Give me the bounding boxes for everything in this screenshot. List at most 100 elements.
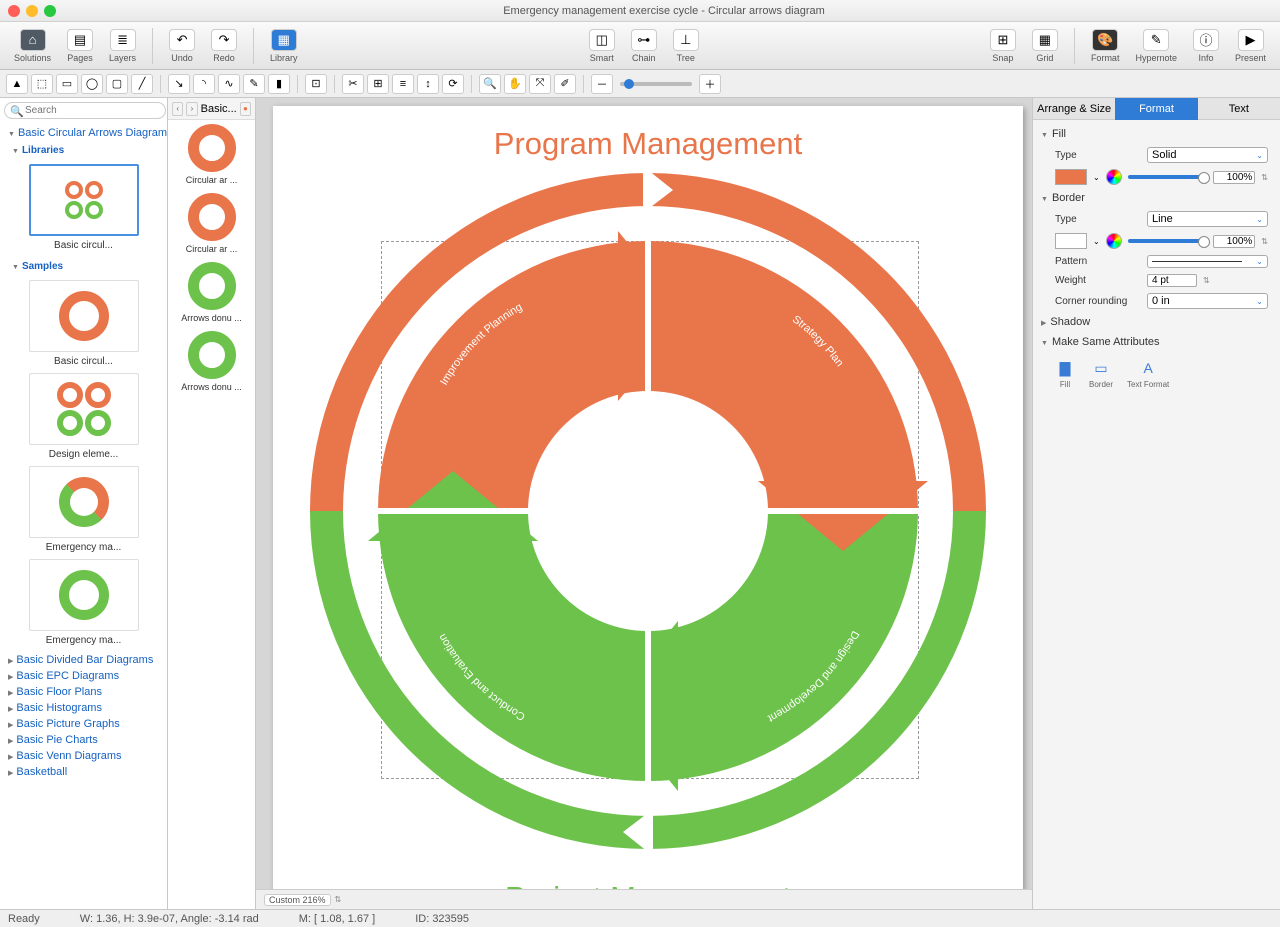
- stencil-item[interactable]: Arrows donu ...: [172, 331, 251, 392]
- tree-item[interactable]: Basic EPC Diagrams: [4, 668, 163, 684]
- info-button[interactable]: ⓘInfo: [1187, 27, 1225, 65]
- zoom-slider[interactable]: [620, 82, 692, 86]
- same-text-button[interactable]: AText Format: [1127, 358, 1169, 389]
- eyedropper-tool[interactable]: ⤧: [529, 74, 551, 94]
- stencil-close-icon[interactable]: ●: [240, 102, 251, 116]
- connector-tool[interactable]: ↘: [168, 74, 190, 94]
- sample-thumb[interactable]: [29, 373, 139, 445]
- group-tool[interactable]: ⊞: [367, 74, 389, 94]
- text-box-tool[interactable]: ⬚: [31, 74, 53, 94]
- present-button[interactable]: ▶Present: [1229, 27, 1272, 65]
- ellipse-tool[interactable]: ◯: [81, 74, 103, 94]
- format-button[interactable]: 🎨Format: [1085, 27, 1126, 65]
- tool-strip: ▲ ⬚ ▭ ◯ ▢ ╱ ↘ ◝ ∿ ✎ ▮ ⊡ ✂ ⊞ ≡ ↕ ⟳ 🔍 ✋ ⤧ …: [0, 70, 1280, 98]
- corner-combo[interactable]: 0 in⌄: [1147, 293, 1268, 309]
- rotate-tool[interactable]: ⟳: [442, 74, 464, 94]
- sample-thumb[interactable]: [29, 466, 139, 538]
- titlebar: Emergency management exercise cycle - Ci…: [0, 0, 1280, 22]
- zoom-out-icon[interactable]: －: [591, 74, 613, 94]
- fill-color-swatch[interactable]: [1055, 169, 1087, 185]
- tree-item[interactable]: Basic Divided Bar Diagrams: [4, 652, 163, 668]
- tree-item[interactable]: Basic Histograms: [4, 700, 163, 716]
- chain-button[interactable]: ⊶Chain: [625, 27, 663, 65]
- pages-button[interactable]: ▤Pages: [61, 27, 99, 65]
- canvas-scroll[interactable]: Program Management Project Management: [256, 98, 1032, 889]
- hypernote-button[interactable]: ✎Hypernote: [1129, 27, 1183, 65]
- search-input[interactable]: [4, 102, 166, 119]
- border-type-combo[interactable]: Line⌄: [1147, 211, 1268, 227]
- tree-item[interactable]: Basic Floor Plans: [4, 684, 163, 700]
- sample-thumb[interactable]: [29, 280, 139, 352]
- tab-arrange[interactable]: Arrange & Size: [1033, 98, 1115, 120]
- align-tool[interactable]: ≡: [392, 74, 414, 94]
- color-wheel-icon[interactable]: [1106, 233, 1122, 249]
- stencil-crumb[interactable]: Basic...: [201, 103, 237, 115]
- stencil-panel: ‹ › Basic... ● Circular ar ... Circular …: [168, 98, 256, 909]
- samples-label[interactable]: Samples: [4, 257, 163, 276]
- tree-item[interactable]: Basic Picture Graphs: [4, 716, 163, 732]
- crop-tool[interactable]: ✂: [342, 74, 364, 94]
- tab-text[interactable]: Text: [1198, 98, 1280, 120]
- stencil-item[interactable]: Arrows donu ...: [172, 262, 251, 323]
- edit-tool[interactable]: ✐: [554, 74, 576, 94]
- paint-tool[interactable]: ▮: [268, 74, 290, 94]
- rounded-rect-tool[interactable]: ▢: [106, 74, 128, 94]
- spline-tool[interactable]: ∿: [218, 74, 240, 94]
- pen-tool[interactable]: ✎: [243, 74, 265, 94]
- pan-tool[interactable]: ✋: [504, 74, 526, 94]
- undo-button[interactable]: ↶Undo: [163, 27, 201, 65]
- stencil-back-icon[interactable]: ‹: [172, 102, 183, 116]
- stencil-item[interactable]: Circular ar ...: [172, 193, 251, 254]
- same-border-button[interactable]: ▭Border: [1089, 358, 1113, 389]
- shadow-section[interactable]: Shadow: [1041, 312, 1272, 332]
- zoom-tool[interactable]: 🔍: [479, 74, 501, 94]
- canvas-footer: Custom 216%⇅: [256, 889, 1032, 909]
- line-tool[interactable]: ╱: [131, 74, 153, 94]
- tab-format[interactable]: Format: [1115, 98, 1197, 120]
- close-icon[interactable]: [8, 5, 20, 17]
- maximize-icon[interactable]: [44, 5, 56, 17]
- library-thumb[interactable]: [29, 164, 139, 236]
- pattern-combo[interactable]: ⌄: [1147, 255, 1268, 268]
- tree-button[interactable]: ⊥Tree: [667, 27, 705, 65]
- minimize-icon[interactable]: [26, 5, 38, 17]
- solutions-button[interactable]: ⌂Solutions: [8, 27, 57, 65]
- stencil-item[interactable]: Circular ar ...: [172, 124, 251, 185]
- layers-button[interactable]: ≣Layers: [103, 27, 142, 65]
- weight-field[interactable]: 4 pt: [1147, 274, 1197, 287]
- border-color-swatch[interactable]: [1055, 233, 1087, 249]
- tree-section-current[interactable]: Basic Circular Arrows Diagrams: [4, 125, 163, 141]
- stencil-fwd-icon[interactable]: ›: [186, 102, 197, 116]
- select-tool[interactable]: ▲: [6, 74, 28, 94]
- border-section[interactable]: Border: [1041, 188, 1272, 208]
- library-button[interactable]: ▦Library: [264, 27, 304, 65]
- tree-item[interactable]: Basic Pie Charts: [4, 732, 163, 748]
- libraries-label[interactable]: Libraries: [4, 141, 163, 160]
- zoom-in-icon[interactable]: ＋: [699, 74, 721, 94]
- fill-opacity-slider[interactable]: [1128, 175, 1208, 179]
- tree-item[interactable]: Basic Venn Diagrams: [4, 748, 163, 764]
- smart-button[interactable]: ◫Smart: [583, 27, 621, 65]
- grid-button[interactable]: ▦Grid: [1026, 27, 1064, 65]
- rect-tool[interactable]: ▭: [56, 74, 78, 94]
- fill-type-combo[interactable]: Solid⌄: [1147, 147, 1268, 163]
- sample-thumb[interactable]: [29, 559, 139, 631]
- zoom-combo[interactable]: Custom 216%: [264, 894, 331, 906]
- fill-section[interactable]: Fill: [1041, 124, 1272, 144]
- redo-button[interactable]: ↷Redo: [205, 27, 243, 65]
- make-same-section[interactable]: Make Same Attributes: [1041, 332, 1272, 352]
- arc-tool[interactable]: ◝: [193, 74, 215, 94]
- fill-opacity-field[interactable]: 100%: [1213, 171, 1255, 184]
- color-wheel-icon[interactable]: [1106, 169, 1122, 185]
- order-tool[interactable]: ↕: [417, 74, 439, 94]
- border-opacity-field[interactable]: 100%: [1213, 235, 1255, 248]
- same-fill-button[interactable]: ▇Fill: [1055, 358, 1075, 389]
- status-id: ID: 323595: [415, 913, 469, 925]
- border-opacity-slider[interactable]: [1128, 239, 1208, 243]
- status-bar: Ready W: 1.36, H: 3.9e-07, Angle: -3.14 …: [0, 909, 1280, 927]
- snap-button[interactable]: ⊞Snap: [984, 27, 1022, 65]
- main-toolbar: ⌂Solutions ▤Pages ≣Layers ↶Undo ↷Redo ▦L…: [0, 22, 1280, 70]
- drawing-page[interactable]: Program Management Project Management: [273, 106, 1023, 889]
- tree-item[interactable]: Basketball: [4, 764, 163, 780]
- stamp-tool[interactable]: ⊡: [305, 74, 327, 94]
